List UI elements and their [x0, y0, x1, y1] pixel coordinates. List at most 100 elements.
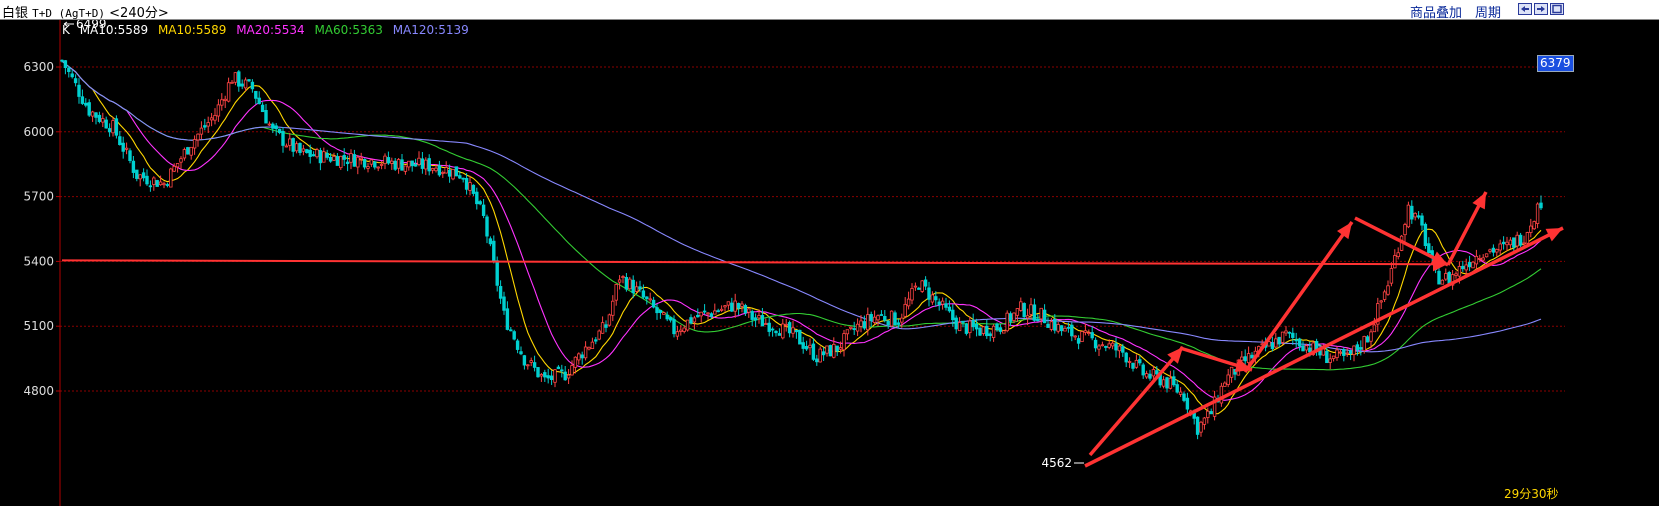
candle-body	[315, 149, 319, 158]
candle-body	[1039, 307, 1043, 320]
candle-body	[376, 166, 380, 169]
candle-body	[1362, 336, 1366, 351]
y-tick-label-5700: 5700	[23, 190, 54, 204]
candle-body	[515, 340, 520, 350]
candle-body	[390, 160, 394, 164]
maximize-icon[interactable]	[1550, 3, 1564, 15]
extreme-markers: 6499 4562	[63, 20, 1084, 470]
candle-body	[1104, 346, 1108, 348]
period-menu-button[interactable]: 周期	[1475, 2, 1501, 21]
candle-body	[1467, 262, 1472, 268]
candle-body	[781, 323, 785, 339]
candle-body	[332, 156, 336, 161]
candle-body	[165, 184, 170, 186]
candle-body	[298, 142, 302, 153]
candle-body	[356, 156, 360, 168]
candle-body	[869, 314, 873, 321]
candle-body	[1379, 300, 1383, 303]
high-marker: 6499	[76, 20, 107, 31]
candle-body	[893, 312, 897, 326]
overlay-menu-button[interactable]: 商品叠加	[1410, 2, 1462, 21]
candle-body	[832, 343, 836, 358]
candle-body	[1416, 215, 1421, 218]
candle-body	[158, 181, 163, 186]
candle-body	[192, 139, 197, 149]
candle-body	[951, 309, 955, 321]
candle-body	[1229, 366, 1234, 378]
candle-body	[974, 324, 979, 330]
candle-body	[1080, 331, 1084, 343]
candle-body	[1348, 350, 1353, 354]
candle-body	[1053, 318, 1057, 331]
candle-body	[264, 110, 268, 124]
candle-body	[1505, 241, 1509, 246]
candle-body	[733, 300, 737, 312]
candle-body	[502, 296, 506, 311]
candle-body	[1508, 239, 1513, 246]
candle-body	[1093, 339, 1098, 349]
candle-body	[577, 353, 581, 361]
candle-body	[400, 159, 404, 171]
candle-body	[808, 344, 812, 349]
candle-body	[1535, 203, 1540, 224]
candle-body	[566, 374, 571, 379]
candle-body	[87, 102, 91, 116]
candle-body	[804, 346, 809, 350]
candle-body	[1148, 373, 1152, 379]
candle-body	[835, 345, 839, 352]
candle-body	[927, 287, 931, 300]
candle-body	[1155, 370, 1159, 375]
restore-right-icon[interactable]	[1534, 3, 1548, 15]
candle-body	[131, 160, 136, 173]
candle-body	[634, 286, 639, 292]
candle-body	[203, 125, 207, 128]
candle-body	[492, 240, 496, 263]
candle-body	[1076, 338, 1081, 344]
candle-body	[702, 310, 707, 313]
candle-body	[872, 316, 877, 323]
restore-left-icon[interactable]	[1518, 3, 1532, 15]
candle-body	[825, 345, 829, 354]
candle-body	[386, 157, 391, 164]
candle-body	[277, 128, 282, 134]
candle-body	[849, 326, 853, 329]
candle-body	[461, 177, 465, 180]
y-tick-label-6300: 6300	[23, 60, 54, 74]
period-label[interactable]: <240分>	[109, 6, 169, 21]
candle-body	[546, 375, 550, 379]
candle-body	[407, 160, 411, 168]
candle-body	[794, 329, 799, 333]
candle-body	[94, 112, 98, 118]
candle-body	[488, 238, 493, 245]
candle-body	[495, 260, 499, 286]
candle-body	[968, 320, 972, 334]
candle-body	[519, 351, 523, 355]
candle-body	[906, 298, 911, 307]
candle-body	[1090, 332, 1094, 339]
candle-body	[604, 324, 608, 328]
candle-body	[393, 160, 397, 170]
candle-body	[821, 351, 826, 356]
candle-body	[223, 98, 227, 101]
candle-body	[675, 331, 680, 337]
candle-body	[243, 79, 248, 89]
candle-body	[437, 165, 442, 176]
candle-body	[1471, 261, 1475, 269]
candle-body	[583, 346, 588, 359]
candle-body	[896, 322, 901, 325]
candle-body	[67, 67, 71, 72]
candle-body	[257, 97, 261, 105]
candle-body	[97, 114, 102, 122]
candle-body	[1195, 416, 1200, 435]
candle-body	[1185, 397, 1190, 410]
candle-body	[345, 161, 350, 165]
candle-body	[672, 319, 676, 335]
candle-body	[267, 123, 272, 126]
candle-body	[1124, 352, 1128, 363]
candle-body	[1270, 342, 1275, 349]
candle-body	[434, 167, 438, 172]
candle-body	[1073, 335, 1077, 338]
candle-body	[60, 59, 64, 62]
candlestick-chart[interactable]: 4800 5100 5400 5700 6000 6300 6499 4562	[0, 20, 1659, 506]
candle-body	[468, 182, 472, 191]
